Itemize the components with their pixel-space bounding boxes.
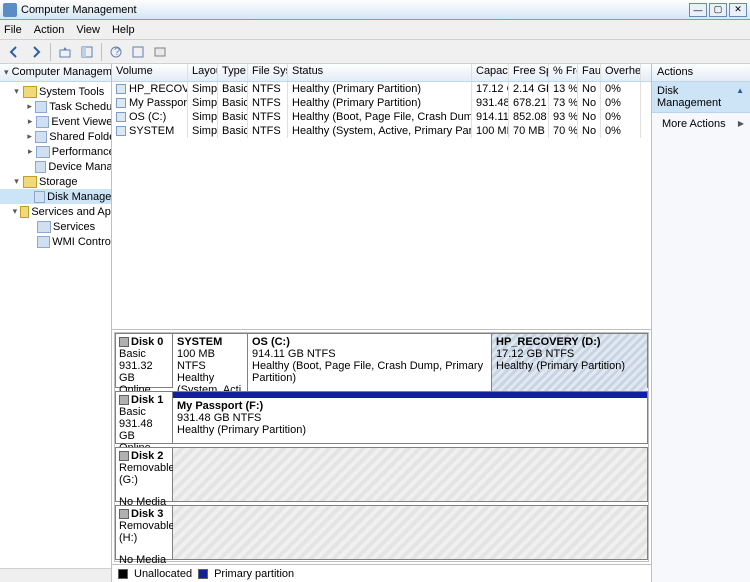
disk-3-row[interactable]: Disk 3 Removable (H:) No Media xyxy=(115,505,648,561)
col-fault[interactable]: Faul... xyxy=(578,64,601,81)
tree-storage[interactable]: ▾Storage xyxy=(0,174,111,189)
tree-system-tools[interactable]: ▾System Tools xyxy=(0,84,111,99)
navigation-tree: ▾ Computer Management (Local) ▾System To… xyxy=(0,64,112,582)
tree-wmi-control[interactable]: WMI Control xyxy=(0,234,111,249)
volume-row[interactable]: My Passport (F:)SimpleBasicNTFSHealthy (… xyxy=(112,96,651,110)
col-status[interactable]: Status xyxy=(288,64,472,81)
disk-3-nomedia xyxy=(173,505,648,560)
menu-action[interactable]: Action xyxy=(34,24,65,36)
show-hide-button[interactable] xyxy=(77,42,97,62)
up-level-button[interactable] xyxy=(55,42,75,62)
collapse-icon: ▲ xyxy=(736,86,744,95)
minimize-button[interactable]: — xyxy=(689,3,707,17)
actions-selected[interactable]: Disk Management ▲ xyxy=(652,82,750,113)
volume-row[interactable]: HP_RECOVERY (D:)SimpleBasicNTFSHealthy (… xyxy=(112,82,651,96)
svg-text:?: ? xyxy=(114,46,120,58)
volume-icon xyxy=(116,84,126,94)
disk-3-info: Disk 3 Removable (H:) No Media xyxy=(115,505,173,560)
disk-0-partition-recovery[interactable]: HP_RECOVERY (D:) 17.12 GB NTFS Healthy (… xyxy=(492,334,647,398)
tree-device-manager[interactable]: Device Manager xyxy=(0,159,111,174)
disk-2-nomedia xyxy=(173,447,648,502)
disk-icon xyxy=(119,509,129,519)
col-type[interactable]: Type xyxy=(218,64,248,81)
disk-icon xyxy=(119,451,129,461)
actions-panel: Actions Disk Management ▲ More Actions ▶ xyxy=(652,64,750,582)
volume-row[interactable]: SYSTEMSimpleBasicNTFSHealthy (System, Ac… xyxy=(112,124,651,138)
disk-icon xyxy=(119,395,129,405)
menubar: File Action View Help xyxy=(0,20,750,40)
col-capacity[interactable]: Capacity xyxy=(472,64,509,81)
col-pct[interactable]: % Free xyxy=(549,64,578,81)
tree-root[interactable]: ▾ Computer Management (Local) xyxy=(0,64,111,82)
chevron-down-icon: ▾ xyxy=(4,67,9,77)
col-layout[interactable]: Layout xyxy=(188,64,218,81)
volume-list[interactable]: HP_RECOVERY (D:)SimpleBasicNTFSHealthy (… xyxy=(112,82,651,329)
col-fs[interactable]: File System xyxy=(248,64,288,81)
tree-disk-management[interactable]: Disk Management xyxy=(0,189,111,204)
tool-icon xyxy=(35,131,47,143)
tool-icon xyxy=(36,146,49,158)
tree-event-viewer[interactable]: ▸Event Viewer xyxy=(0,114,111,129)
legend: Unallocated Primary partition xyxy=(112,564,651,582)
folder-icon xyxy=(23,86,37,98)
tool-icon xyxy=(37,236,51,248)
disk-map: Disk 0 Basic 931.32 GB Online SYSTEM 100… xyxy=(112,329,651,564)
center-panel: Volume Layout Type File System Status Ca… xyxy=(112,64,652,582)
volume-icon xyxy=(116,126,126,136)
legend-primary: Primary partition xyxy=(214,568,294,580)
separator xyxy=(50,43,51,61)
actions-header: Actions xyxy=(652,64,750,82)
titlebar: Computer Management — ▢ ✕ xyxy=(0,0,750,20)
properties-button[interactable] xyxy=(150,42,170,62)
legend-swatch-unallocated xyxy=(118,569,128,579)
separator xyxy=(101,43,102,61)
app-icon xyxy=(3,3,17,17)
tree-services-applications[interactable]: ▾Services and Applications xyxy=(0,204,111,219)
tool-icon xyxy=(36,116,49,128)
tool-icon xyxy=(35,161,46,173)
tree-services[interactable]: Services xyxy=(0,219,111,234)
tree-scrollbar[interactable] xyxy=(0,568,111,582)
menu-help[interactable]: Help xyxy=(112,24,135,36)
toolbar: ? xyxy=(0,40,750,64)
tree-task-scheduler[interactable]: ▸Task Scheduler xyxy=(0,99,111,114)
col-volume[interactable]: Volume xyxy=(112,64,188,81)
chevron-right-icon: ▶ xyxy=(738,119,744,128)
col-overhead[interactable]: Overhead xyxy=(601,64,641,81)
disk-icon xyxy=(119,337,129,347)
menu-file[interactable]: File xyxy=(4,24,22,36)
col-free[interactable]: Free Space xyxy=(509,64,549,81)
tree-performance[interactable]: ▸Performance xyxy=(0,144,111,159)
legend-swatch-primary xyxy=(198,569,208,579)
folder-icon xyxy=(23,176,37,188)
close-button[interactable]: ✕ xyxy=(729,3,747,17)
actions-more[interactable]: More Actions ▶ xyxy=(652,113,750,135)
disk-0-partition-system[interactable]: SYSTEM 100 MB NTFS Healthy (System, Acti xyxy=(173,334,248,398)
maximize-button[interactable]: ▢ xyxy=(709,3,727,17)
disk-1-partition-passport[interactable]: My Passport (F:) 931.48 GB NTFS Healthy … xyxy=(173,398,647,443)
refresh-button[interactable] xyxy=(128,42,148,62)
disk-icon xyxy=(34,191,45,203)
tree-shared-folders[interactable]: ▸Shared Folders xyxy=(0,129,111,144)
help-button[interactable]: ? xyxy=(106,42,126,62)
disk-2-info: Disk 2 Removable (G:) No Media xyxy=(115,447,173,502)
tool-icon xyxy=(37,221,51,233)
disk-1-info: Disk 1 Basic 931.48 GB Online xyxy=(115,391,173,444)
legend-unallocated: Unallocated xyxy=(134,568,192,580)
disk-0-info: Disk 0 Basic 931.32 GB Online xyxy=(115,333,173,388)
disk-1-row[interactable]: Disk 1 Basic 931.48 GB Online My Passpor… xyxy=(115,391,648,445)
window-title: Computer Management xyxy=(21,4,687,16)
folder-icon xyxy=(20,206,30,218)
disk-0-row[interactable]: Disk 0 Basic 931.32 GB Online SYSTEM 100… xyxy=(115,333,648,389)
disk-2-row[interactable]: Disk 2 Removable (G:) No Media xyxy=(115,447,648,503)
volume-row[interactable]: OS (C:)SimpleBasicNTFSHealthy (Boot, Pag… xyxy=(112,110,651,124)
volume-icon xyxy=(116,112,126,122)
tool-icon xyxy=(35,101,47,113)
disk-0-partition-os[interactable]: OS (C:) 914.11 GB NTFS Healthy (Boot, Pa… xyxy=(248,334,492,398)
menu-view[interactable]: View xyxy=(76,24,100,36)
back-button[interactable] xyxy=(4,42,24,62)
volume-icon xyxy=(116,98,126,108)
forward-button[interactable] xyxy=(26,42,46,62)
volume-list-header: Volume Layout Type File System Status Ca… xyxy=(112,64,651,82)
